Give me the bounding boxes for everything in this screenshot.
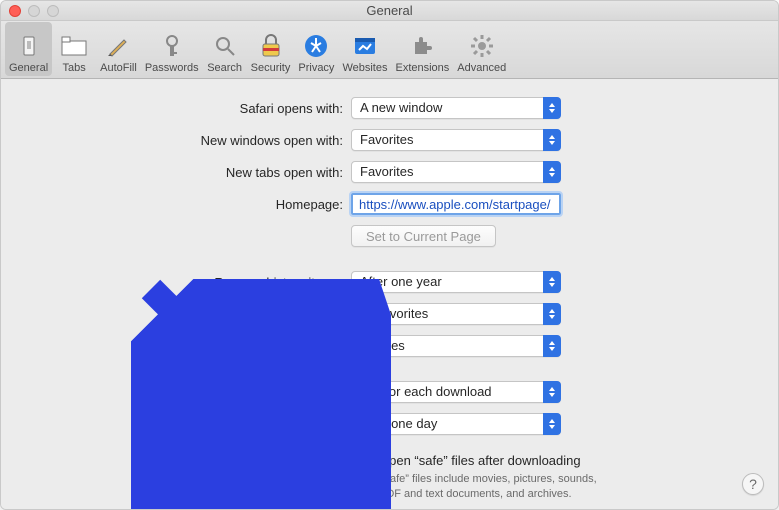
select-remove-downloads[interactable]: After one day [351,413,561,435]
chevron-updown-icon [543,129,561,151]
window-controls [9,5,59,17]
select-new-windows[interactable]: Favorites [351,129,561,151]
tab-tabs[interactable]: Tabs [52,22,96,76]
zoom-window-button[interactable] [47,5,59,17]
label-top-sites: Top Sites shows: [21,339,351,354]
open-safe-files-label: Open “safe” files after downloading [379,453,581,468]
label-download-location: File download location: [21,385,351,400]
extensions-icon [408,32,436,60]
tab-label: Tabs [63,62,86,74]
titlebar: General [1,1,778,21]
label-opens-with: Safari opens with: [21,101,351,116]
label-remove-history: Remove history items: [21,275,351,290]
tab-label: Search [207,62,242,74]
general-icon [15,32,43,60]
chevron-updown-icon [543,413,561,435]
privacy-icon [302,32,330,60]
select-favorites-shows[interactable]: ☆Favorites [351,303,561,325]
help-button[interactable]: ? [742,473,764,495]
open-safe-files-checkbox[interactable] [359,454,373,468]
label-new-tabs: New tabs open with: [21,165,351,180]
label-remove-downloads: Remove download list items: [21,417,351,432]
websites-icon [351,32,379,60]
chevron-updown-icon [543,161,561,183]
security-icon [257,32,285,60]
tab-label: Websites [342,62,387,74]
tabs-icon [60,32,88,60]
set-current-page-button[interactable]: Set to Current Page [351,225,496,247]
homepage-input[interactable] [351,193,561,215]
close-window-button[interactable] [9,5,21,17]
select-remove-history[interactable]: After one year [351,271,561,293]
label-new-windows: New windows open with: [21,133,351,148]
chevron-updown-icon [543,335,561,357]
passwords-icon [158,32,186,60]
label-homepage: Homepage: [21,197,351,212]
chevron-updown-icon [543,303,561,325]
tab-label: Privacy [298,62,334,74]
tab-label: Passwords [145,62,199,74]
tab-label: Security [251,62,291,74]
safe-files-hint: “Safe” files include movies, pictures, s… [379,472,609,502]
tab-advanced[interactable]: Advanced [453,22,510,76]
select-top-sites[interactable]: 12 sites [351,335,561,357]
tab-general[interactable]: General [5,22,52,76]
tab-label: Extensions [395,62,449,74]
chevron-updown-icon [543,381,561,403]
tab-search[interactable]: Search [203,22,247,76]
select-opens-with[interactable]: A new window [351,97,561,119]
chevron-updown-icon [543,97,561,119]
autofill-icon [104,32,132,60]
tab-label: Advanced [457,62,506,74]
search-icon [211,32,239,60]
advanced-icon [468,32,496,60]
tab-passwords[interactable]: Passwords [141,22,203,76]
chevron-updown-icon [543,271,561,293]
tab-security[interactable]: Security [247,22,295,76]
content-pane: Safari opens with: A new window New wind… [1,79,778,509]
preferences-toolbar: General Tabs AutoFill Passwords Search [1,21,778,79]
select-download-location[interactable]: Ask for each download [351,381,561,403]
minimize-window-button[interactable] [28,5,40,17]
window-title: General [366,3,412,18]
preferences-window: General General Tabs AutoFill Passwords [0,0,779,510]
tab-label: General [9,62,48,74]
star-icon: ☆ [360,306,371,322]
label-favorites-shows: Favorites shows: [21,307,351,322]
tab-privacy[interactable]: Privacy [294,22,338,76]
tab-label: AutoFill [100,62,137,74]
select-new-tabs[interactable]: Favorites [351,161,561,183]
tab-websites[interactable]: Websites [338,22,391,76]
tab-extensions[interactable]: Extensions [391,22,453,76]
tab-autofill[interactable]: AutoFill [96,22,141,76]
